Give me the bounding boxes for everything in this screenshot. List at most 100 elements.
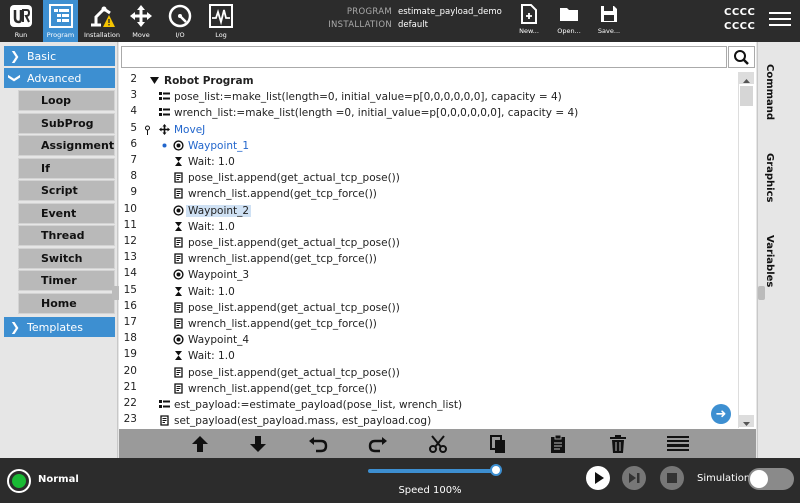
node-if[interactable]: If <box>18 157 115 179</box>
waypoint-icon <box>173 204 184 216</box>
stop-button[interactable] <box>660 466 684 490</box>
line-number: 3 <box>130 89 137 102</box>
program-line[interactable]: 2 Robot Program <box>119 73 737 89</box>
top-header: Run Program Installation Move I/O Log PR… <box>0 0 800 42</box>
new-button[interactable]: New... <box>514 0 544 42</box>
right-panel-collapse-handle[interactable] <box>758 286 765 300</box>
move-down-button[interactable] <box>247 434 269 454</box>
undo-button[interactable] <box>307 434 329 454</box>
program-line[interactable]: 6 Waypoint_1 <box>119 138 737 154</box>
tab-command[interactable]: Command <box>764 64 775 120</box>
collapse-triangle-icon[interactable] <box>149 75 160 86</box>
suppress-button[interactable] <box>665 434 691 454</box>
tab-graphics[interactable]: Graphics <box>764 153 775 202</box>
line-number: 15 <box>123 283 137 296</box>
search-button[interactable] <box>728 46 755 68</box>
simulation-toggle[interactable] <box>748 468 794 490</box>
line-number: 17 <box>123 316 137 328</box>
program-line[interactable]: 9 wrench_list.append(get_tcp_force()) <box>119 186 737 202</box>
node-label: Script <box>41 184 78 197</box>
tab-move[interactable]: Move <box>124 0 158 42</box>
redo-button[interactable] <box>367 434 389 454</box>
program-line-text: Robot Program <box>164 75 254 87</box>
scroll-down-button[interactable] <box>739 415 754 427</box>
program-line[interactable]: 4 wrench_list:=make_list(length =0, initi… <box>119 105 737 121</box>
node-label: Thread <box>41 229 85 242</box>
move-up-button[interactable] <box>189 434 211 454</box>
category-templates[interactable]: ❯ Templates <box>4 317 115 337</box>
node-subprog[interactable]: SubProg <box>18 112 115 134</box>
power-status-icon[interactable] <box>7 469 31 493</box>
copy-button[interactable] <box>487 434 509 454</box>
node-event[interactable]: Event <box>18 202 115 224</box>
program-line-text: Waypoint_4 <box>188 334 250 347</box>
program-line[interactable]: 7 Wait: 1.0 <box>119 154 737 170</box>
node-label: Timer <box>41 274 77 287</box>
new-file-icon <box>521 4 537 24</box>
program-line[interactable]: 5 MoveJ <box>119 122 737 138</box>
hourglass-icon <box>173 350 184 361</box>
save-button[interactable]: Save... <box>594 0 624 42</box>
tab-log[interactable]: Log <box>204 0 238 42</box>
tree-scrollbar[interactable] <box>738 72 754 428</box>
program-line[interactable]: 22 est_payload:=estimate_payload(pose_lis… <box>119 397 737 413</box>
tab-variables[interactable]: Variables <box>764 235 775 287</box>
go-to-current-node-button[interactable]: ➜ <box>711 404 731 424</box>
installation-name: default <box>398 20 428 30</box>
program-line[interactable]: 17 wrench_list.append(get_tcp_force()) <box>119 316 737 332</box>
fold-marker-icon[interactable] <box>144 124 151 135</box>
program-line-text: Waypoint_1 <box>188 139 250 152</box>
program-line[interactable]: 14 Waypoint_3 <box>119 267 737 283</box>
scroll-up-button[interactable] <box>739 72 754 84</box>
delete-button[interactable] <box>607 434 629 454</box>
node-script[interactable]: Script <box>18 180 115 201</box>
category-advanced[interactable]: ❯ Advanced <box>4 68 115 88</box>
tab-io[interactable]: I/O <box>163 0 197 42</box>
program-line[interactable]: 12 pose_list.append(get_actual_tcp_pose()… <box>119 235 737 251</box>
program-line[interactable]: 21 wrench_list.append(get_tcp_force()) <box>119 381 737 397</box>
program-line[interactable]: 20 pose_list.append(get_actual_tcp_pose()… <box>119 365 737 381</box>
program-line-text: Waypoint_3 <box>188 269 250 282</box>
tab-installation[interactable]: Installation <box>82 0 122 42</box>
program-line[interactable]: 18 Waypoint_4 <box>119 332 737 348</box>
program-line[interactable]: 15 Wait: 1.0 <box>119 284 737 300</box>
program-line[interactable]: 23 set_payload(est_payload.mass, est_payl… <box>119 413 737 428</box>
search-input[interactable] <box>121 46 727 68</box>
node-assignment[interactable]: Assignment <box>18 135 115 156</box>
program-line[interactable]: 19 Wait: 1.0 <box>119 348 737 364</box>
node-switch[interactable]: Switch <box>18 247 115 269</box>
play-button[interactable] <box>586 466 610 490</box>
node-thread[interactable]: Thread <box>18 225 115 246</box>
tab-program[interactable]: Program <box>43 0 78 42</box>
program-line[interactable]: 11 Wait: 1.0 <box>119 219 737 235</box>
hamburger-menu-icon[interactable] <box>769 9 791 31</box>
program-line[interactable]: 10 Waypoint_2 <box>119 203 737 219</box>
tab-program-label: Program <box>46 31 75 39</box>
speed-slider[interactable] <box>368 464 502 476</box>
speed-label: Speed 100% <box>398 485 462 496</box>
program-info: PROGRAM estimate_payload_demo INSTALLATIO… <box>300 6 502 32</box>
program-line[interactable]: 13 wrench_list.append(get_tcp_force()) <box>119 251 737 267</box>
paste-button[interactable] <box>547 434 569 454</box>
program-line[interactable]: 3 pose_list:=make_list(length=0, initial_… <box>119 89 737 105</box>
node-timer[interactable]: Timer <box>18 270 115 291</box>
program-line-text: set_payload(est_payload.mass, est_payloa… <box>174 415 432 428</box>
simulation-label: Simulation <box>697 473 751 484</box>
category-basic[interactable]: ❯ Basic <box>4 46 115 66</box>
cut-button[interactable] <box>427 434 449 454</box>
program-line[interactable]: 8 pose_list.append(get_actual_tcp_pose()) <box>119 170 737 186</box>
program-line-text: pose_list.append(get_actual_tcp_pose()) <box>188 237 400 249</box>
step-icon <box>629 473 640 483</box>
tab-run[interactable]: Run <box>4 0 38 42</box>
scroll-thumb[interactable] <box>740 86 753 106</box>
speed-slider-knob[interactable] <box>490 464 502 476</box>
save-disk-icon <box>601 6 617 22</box>
node-loop[interactable]: Loop <box>18 90 115 111</box>
search-icon <box>734 50 749 65</box>
node-home[interactable]: Home <box>18 292 115 314</box>
current-line-marker-icon <box>161 140 168 151</box>
program-line[interactable]: 16 pose_list.append(get_actual_tcp_pose()… <box>119 300 737 316</box>
open-button[interactable]: Open... <box>554 0 584 42</box>
program-line-text: wrench_list:=make_list(length =0, initia… <box>174 107 579 120</box>
step-button[interactable] <box>622 466 646 490</box>
